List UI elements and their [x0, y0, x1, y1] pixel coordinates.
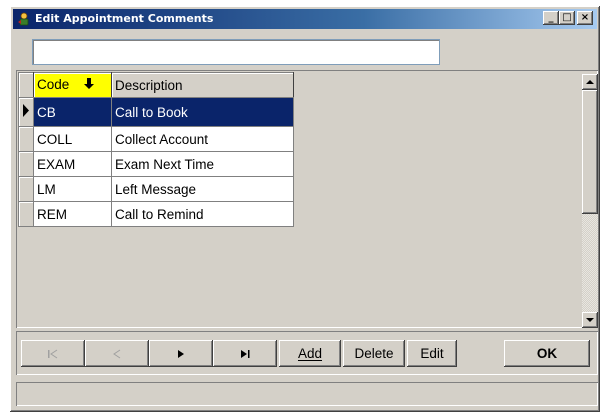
scroll-up-icon [586, 80, 594, 84]
previous-record-icon [113, 350, 121, 359]
delete-button-label: Delete [354, 346, 394, 361]
cell-description[interactable]: Collect Account [111, 126, 294, 152]
cell-code[interactable]: CB [33, 97, 112, 127]
table-row[interactable]: CB Call to Book [18, 97, 294, 127]
scrollbar-thumb[interactable] [582, 90, 598, 214]
next-record-button[interactable] [149, 340, 213, 367]
row-indicator [18, 176, 34, 202]
first-record-icon [48, 350, 58, 359]
scroll-up-button[interactable] [582, 74, 598, 90]
maximize-button[interactable]: □ [559, 11, 575, 25]
column-header-label: Description [115, 77, 183, 93]
delete-button[interactable]: Delete [343, 340, 405, 367]
row-indicator [18, 97, 34, 127]
cell-code[interactable]: REM [33, 201, 112, 227]
minimize-icon: _ [548, 12, 554, 23]
table-row[interactable]: COLL Collect Account [18, 126, 294, 152]
comments-grid: Code Description CB Call to Book COLL Co… [16, 70, 598, 328]
app-icon [16, 11, 32, 27]
last-record-button[interactable] [213, 340, 277, 367]
cell-code[interactable]: EXAM [33, 151, 112, 177]
cell-description[interactable]: Exam Next Time [111, 151, 294, 177]
row-indicator [18, 126, 34, 152]
column-header-code[interactable]: Code [33, 72, 112, 98]
table-row[interactable]: EXAM Exam Next Time [18, 151, 294, 177]
row-indicator-header [18, 72, 34, 98]
table-header-row: Code Description [18, 72, 294, 98]
edit-appointment-comments-window: Edit Appointment Comments _ □ × Code Des… [9, 5, 601, 413]
last-record-icon [241, 350, 250, 359]
comments-table: Code Description CB Call to Book COLL Co… [18, 72, 294, 227]
scroll-down-button[interactable] [582, 312, 598, 328]
status-bar [16, 382, 598, 406]
previous-record-button[interactable] [85, 340, 149, 367]
cell-code[interactable]: LM [33, 176, 112, 202]
cell-description[interactable]: Left Message [111, 176, 294, 202]
navigator-toolbar: Add Delete Edit OK [16, 331, 598, 375]
close-button[interactable]: × [577, 11, 593, 25]
column-header-description[interactable]: Description [111, 72, 294, 98]
edit-button-label: Edit [420, 346, 444, 361]
table-row[interactable]: REM Call to Remind [18, 201, 294, 227]
row-indicator [18, 201, 34, 227]
cell-description[interactable]: Call to Book [111, 97, 294, 127]
minimize-button[interactable]: _ [543, 11, 559, 25]
cell-description[interactable]: Call to Remind [111, 201, 294, 227]
title-bar[interactable]: Edit Appointment Comments _ □ × [13, 9, 597, 29]
down-arrow-icon [83, 77, 95, 93]
cell-code[interactable]: COLL [33, 126, 112, 152]
current-row-icon [23, 104, 29, 117]
add-button[interactable]: Add [279, 340, 341, 367]
column-header-label: Code [37, 77, 70, 93]
ok-button-label: OK [536, 346, 558, 361]
window-title: Edit Appointment Comments [35, 12, 214, 25]
search-input[interactable] [32, 39, 440, 65]
ok-button[interactable]: OK [504, 340, 590, 367]
next-record-icon [178, 350, 184, 359]
add-button-label: Add [297, 346, 323, 361]
scroll-down-icon [586, 318, 594, 322]
vertical-scrollbar[interactable] [582, 74, 598, 328]
first-record-button[interactable] [21, 340, 85, 367]
edit-button[interactable]: Edit [407, 340, 457, 367]
maximize-icon: □ [562, 12, 572, 23]
row-indicator [18, 151, 34, 177]
close-icon: × [580, 12, 590, 23]
table-row[interactable]: LM Left Message [18, 176, 294, 202]
